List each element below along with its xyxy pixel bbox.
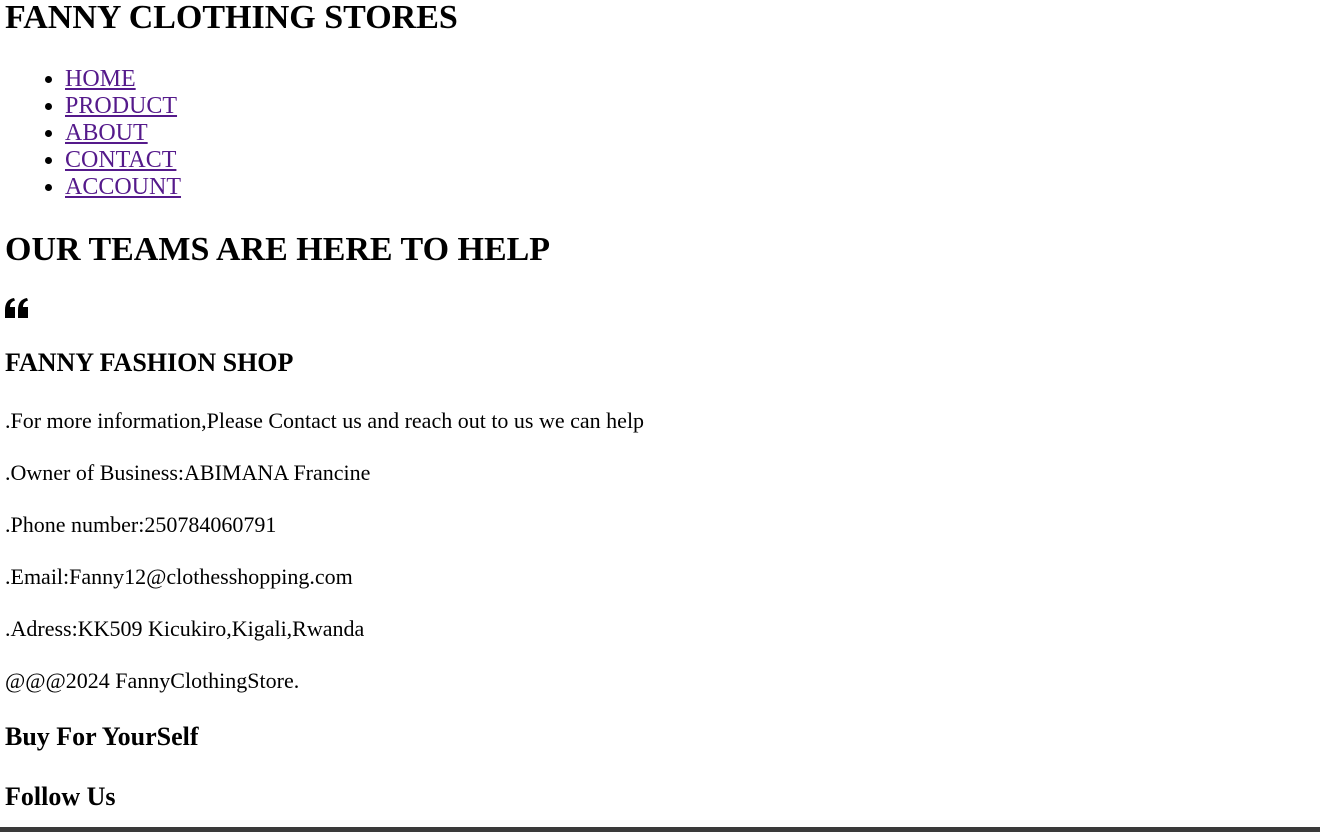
nav-link-about[interactable]: ABOUT (65, 120, 148, 146)
info-line-phone: .Phone number:250784060791 (5, 512, 277, 537)
info-line-owner: .Owner of Business:ABIMANA Francine (5, 460, 371, 485)
help-heading: OUR TEAMS ARE HERE TO HELP (5, 231, 551, 268)
nav-link-product[interactable]: PRODUCT (65, 93, 177, 119)
main-nav: HOME PRODUCT ABOUT CONTACT ACCOUNT (5, 66, 1320, 201)
nav-item-account: ACCOUNT (65, 174, 1320, 201)
bottom-status-bar (0, 827, 1320, 832)
shop-name: FANNY FASHION SHOP (5, 348, 294, 377)
info-line-contact: .For more information,Please Contact us … (5, 408, 645, 433)
copyright-text: @@@2024 FannyClothingStore. (5, 668, 300, 693)
nav-item-about: ABOUT (65, 120, 1320, 147)
site-title: FANNY CLOTHING STORES (5, 0, 458, 36)
quote-left-icon (5, 298, 31, 324)
buy-heading: Buy For YourSelf (5, 722, 199, 751)
nav-item-home: HOME (65, 66, 1320, 93)
info-line-address: .Adress:KK509 Kicukiro,Kigali,Rwanda (5, 616, 365, 641)
nav-link-contact[interactable]: CONTACT (65, 147, 176, 173)
page: FANNY CLOTHING STORES HOME PRODUCT ABOUT… (0, 0, 1320, 832)
follow-heading: Follow Us (5, 782, 116, 811)
nav-item-contact: CONTACT (65, 147, 1320, 174)
nav-link-account[interactable]: ACCOUNT (65, 174, 181, 200)
nav-link-home[interactable]: HOME (65, 66, 136, 92)
info-line-email: .Email:Fanny12@clothesshopping.com (5, 564, 353, 589)
nav-item-product: PRODUCT (65, 93, 1320, 120)
